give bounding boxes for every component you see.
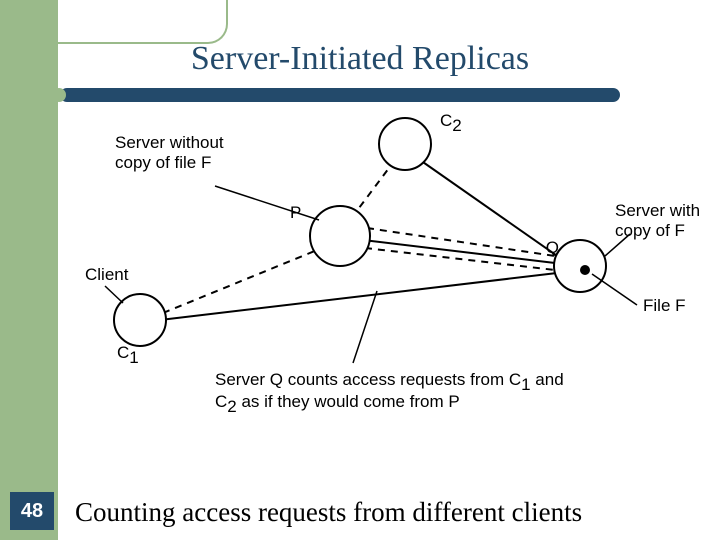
node-q (554, 240, 606, 292)
node-c2 (379, 118, 431, 170)
slide-sidebar (0, 0, 58, 540)
slide-number-text: 48 (21, 500, 43, 523)
network-diagram: C2 P Q C1 Server without copy of file F … (85, 108, 700, 438)
node-p (310, 206, 370, 266)
slide-number: 48 (10, 492, 54, 530)
title-underline (60, 88, 620, 102)
label-server-with: Server with copy of F (615, 201, 700, 240)
slide-title: Server-Initiated Replicas (0, 40, 720, 78)
slide-caption: Counting access requests from different … (75, 497, 582, 528)
label-p: P (290, 203, 301, 222)
label-client: Client (85, 265, 129, 284)
label-c2: C2 (440, 111, 462, 135)
label-file-f: File F (643, 296, 686, 315)
file-f-dot (580, 265, 590, 275)
label-server-without: Server without copy of file F (115, 133, 228, 172)
slide-corner-box (58, 0, 228, 44)
label-q: Q (546, 238, 559, 257)
label-note: Server Q counts access requests from C1 … (215, 370, 568, 416)
